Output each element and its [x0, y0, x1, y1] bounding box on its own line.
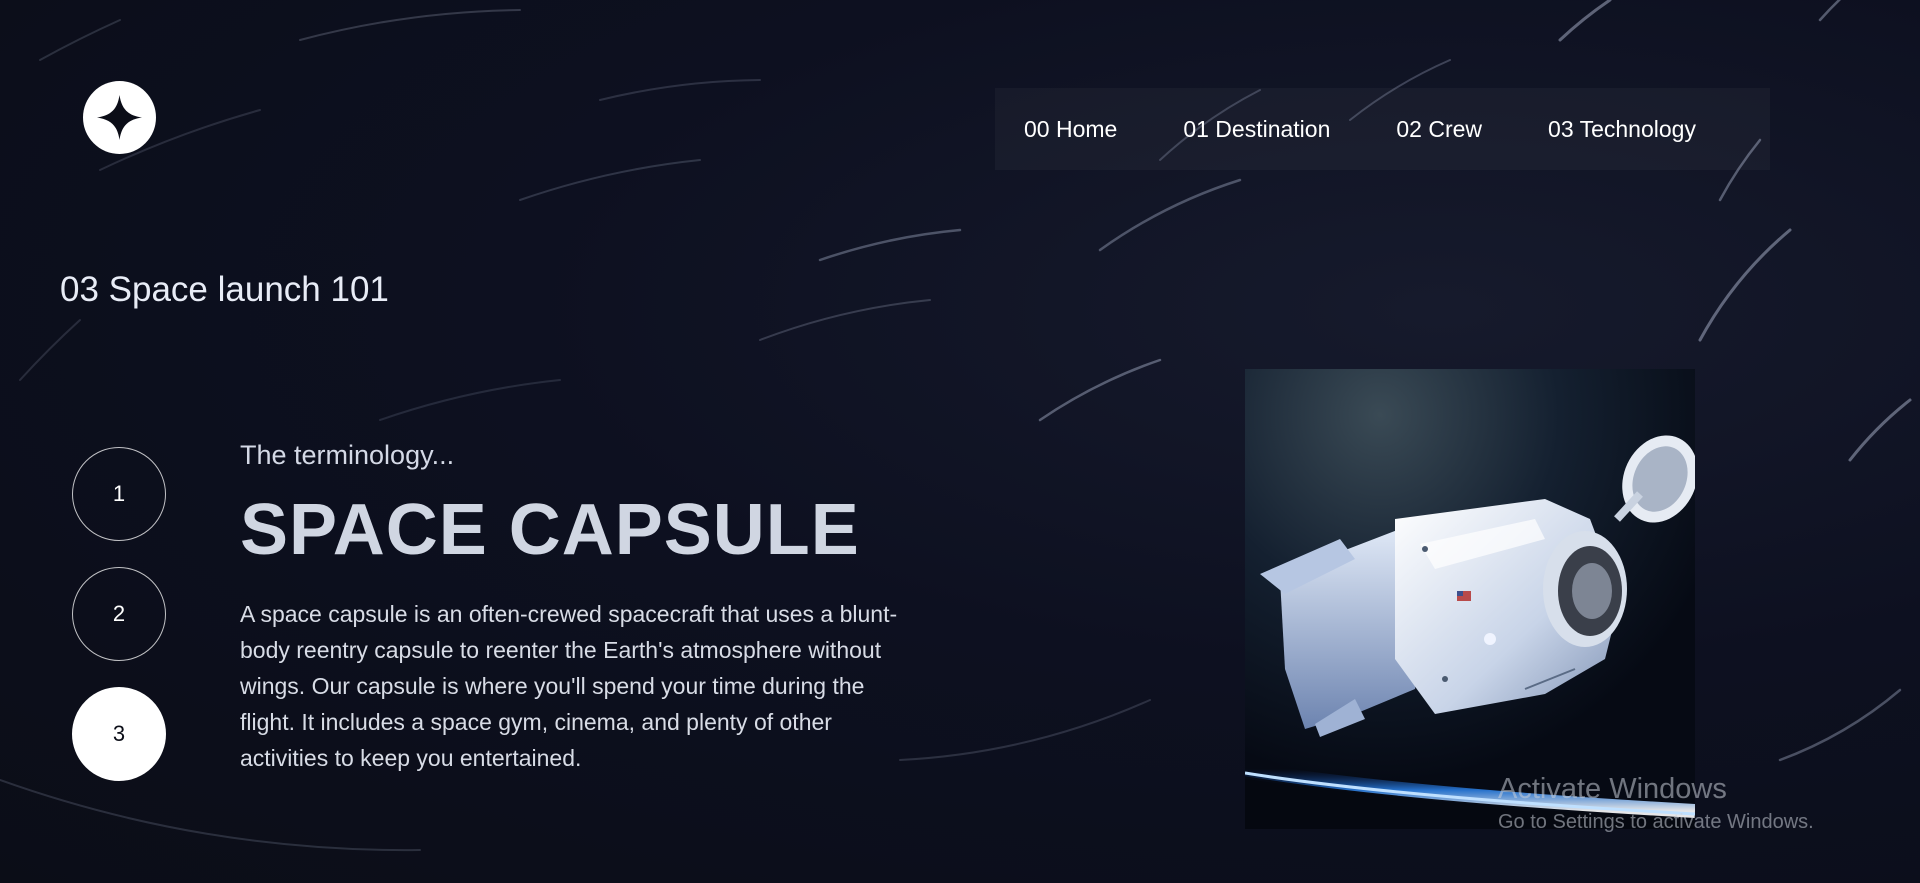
windows-activation-watermark: Activate Windows Go to Settings to activ…: [1498, 772, 1814, 836]
page-heading: 03 Space launch 101: [60, 270, 389, 309]
technology-page: 00 Home 01 Destination 02 Crew 03 Techno…: [0, 0, 1920, 883]
step-button-3[interactable]: 3: [72, 687, 166, 781]
nav-item-technology[interactable]: 03 Technology: [1548, 116, 1696, 143]
nav-item-crew[interactable]: 02 Crew: [1396, 116, 1482, 143]
logo-icon[interactable]: [83, 81, 156, 154]
nav-item-home[interactable]: 00 Home: [1024, 116, 1117, 143]
nav-item-destination[interactable]: 01 Destination: [1183, 116, 1330, 143]
step-button-2[interactable]: 2: [72, 567, 166, 661]
technology-subtitle: The terminology...: [240, 440, 455, 470]
technology-name: SPACE CAPSULE: [240, 490, 860, 570]
space-capsule-image: [1245, 369, 1695, 829]
four-point-star-icon: [97, 95, 142, 140]
watermark-subtitle: Go to Settings to activate Windows.: [1498, 811, 1814, 833]
technology-description: A space capsule is an often-crewed space…: [240, 601, 898, 771]
main-navigation: 00 Home 01 Destination 02 Crew 03 Techno…: [995, 88, 1770, 170]
step-button-1[interactable]: 1: [72, 447, 166, 541]
watermark-title: Activate Windows: [1498, 773, 1727, 805]
